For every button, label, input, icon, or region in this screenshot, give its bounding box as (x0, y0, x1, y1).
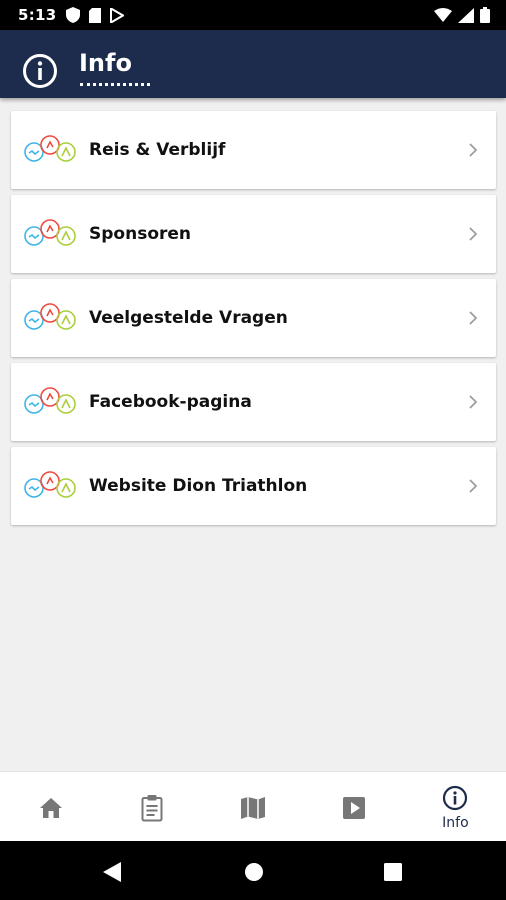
nav-item-schedule[interactable] (101, 772, 202, 842)
status-bar: 5:13 (0, 0, 506, 30)
nav-item-video[interactable] (304, 772, 405, 842)
list-item-label: Website Dion Triathlon (89, 476, 308, 496)
nav-item-home[interactable] (0, 772, 101, 842)
clipboard-icon (141, 795, 163, 822)
page-title: Info (79, 49, 132, 77)
info-icon[interactable] (22, 53, 58, 89)
map-icon (241, 797, 265, 819)
list-item-reis-verblijf[interactable]: Reis & Verblijf (11, 111, 496, 189)
title-underline (80, 83, 150, 86)
play-store-icon (109, 7, 124, 23)
chevron-right-icon (469, 395, 478, 409)
list-item-label: Veelgestelde Vragen (89, 308, 288, 328)
app-bar: Info (0, 30, 506, 98)
triathlon-logo-icon (24, 135, 76, 162)
chevron-right-icon (469, 311, 478, 325)
triathlon-logo-icon (24, 219, 76, 246)
home-icon (39, 798, 62, 818)
status-time: 5:13 (18, 6, 57, 24)
list-item-label: Facebook-pagina (89, 392, 252, 412)
chevron-right-icon (469, 479, 478, 493)
chevron-right-icon (469, 227, 478, 241)
signal-icon (458, 7, 474, 23)
system-nav-bar (0, 841, 506, 900)
list-item-veelgestelde-vragen[interactable]: Veelgestelde Vragen (11, 279, 496, 357)
nav-label-info: Info (442, 815, 469, 831)
triathlon-logo-icon (24, 471, 76, 498)
triathlon-logo-icon (24, 387, 76, 414)
list-item-label: Reis & Verblijf (89, 140, 226, 160)
wifi-icon (434, 8, 452, 22)
list-item-label: Sponsoren (89, 224, 192, 244)
battery-icon (480, 7, 490, 23)
shield-icon (65, 7, 80, 23)
list-item-website-dion-triathlon[interactable]: Website Dion Triathlon (11, 447, 496, 525)
recents-icon[interactable] (384, 863, 402, 881)
info-icon (443, 785, 468, 811)
nav-item-map[interactable] (202, 772, 303, 842)
chevron-right-icon (469, 143, 478, 157)
list-item-facebook-pagina[interactable]: Facebook-pagina (11, 363, 496, 441)
home-circle-icon[interactable] (244, 862, 264, 882)
triathlon-logo-icon (24, 303, 76, 330)
list-item-sponsoren[interactable]: Sponsoren (11, 195, 496, 273)
bottom-nav: Info (0, 771, 506, 842)
nav-item-info[interactable]: Info (405, 772, 506, 842)
video-icon (343, 797, 366, 819)
back-icon[interactable] (102, 861, 122, 883)
info-list: Reis & Verblijf Sponsoren Veelgestelde V (11, 111, 496, 531)
sd-card-icon (88, 7, 101, 23)
